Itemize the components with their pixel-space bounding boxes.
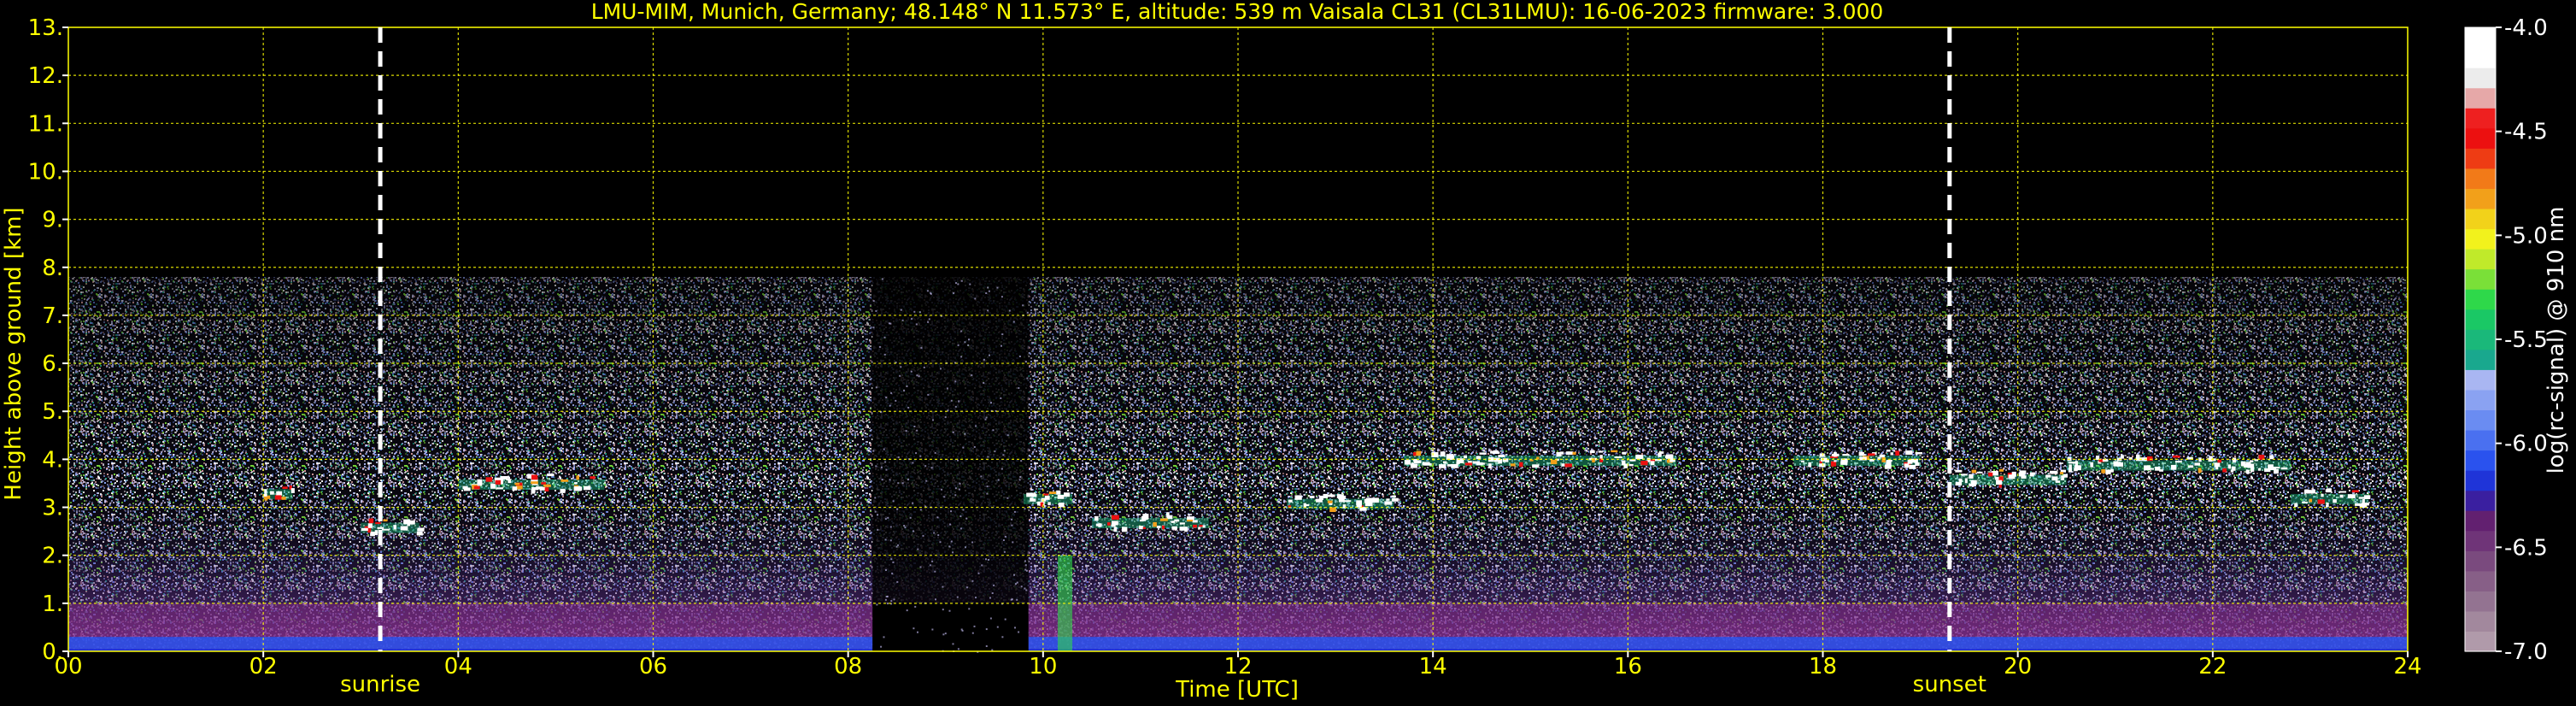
colorbar-segment	[2465, 450, 2496, 471]
colorbar-segment	[2465, 510, 2496, 532]
y-tick-label: 13.	[28, 15, 63, 41]
colorbar-segment	[2465, 470, 2496, 491]
chart-title: LMU-MIM, Munich, Germany; 48.148° N 11.5…	[591, 0, 1884, 24]
colorbar-segment	[2465, 429, 2496, 451]
colorbar-segment	[2465, 148, 2496, 169]
y-tick-label: 0.	[42, 639, 63, 665]
y-tick-label: 3.	[42, 496, 63, 521]
colorbar-segment	[2465, 87, 2496, 109]
colorbar-segment	[2465, 249, 2496, 270]
colorbar-segment	[2465, 47, 2496, 68]
ceilometer-chart: LMU-MIM, Munich, Germany; 48.148° N 11.5…	[0, 0, 2576, 706]
x-tick-label: 24	[2393, 654, 2421, 680]
x-tick-label: 18	[1809, 654, 1837, 680]
y-tick-label: 12.	[28, 63, 63, 89]
colorbar-segment	[2465, 369, 2496, 391]
colorbar-segment	[2465, 27, 2496, 49]
x-axis-label: Time [UTC]	[1175, 677, 1299, 703]
x-tick-label: 04	[444, 654, 472, 680]
y-tick-label: 2.	[42, 544, 63, 569]
y-tick-label: 4.	[42, 447, 63, 473]
plot-area	[67, 26, 2409, 653]
colorbar-tick-label: -7.0	[2504, 639, 2548, 665]
colorbar-segment	[2465, 409, 2496, 431]
x-tick-label: 06	[639, 654, 667, 680]
colorbar-segment	[2465, 268, 2496, 290]
colorbar-segment	[2465, 68, 2496, 89]
y-tick-label: 8.	[42, 256, 63, 281]
data-gap	[872, 277, 1029, 603]
colorbar-segment	[2465, 329, 2496, 350]
colorbar-segment	[2465, 610, 2496, 632]
colorbar-segment	[2465, 188, 2496, 209]
x-tick-label: 08	[834, 654, 862, 680]
x-tick-label: 16	[1614, 654, 1642, 680]
colorbar-tick-label: -6.5	[2504, 535, 2548, 561]
x-tick-label: 02	[249, 654, 278, 680]
colorbar-segment	[2465, 570, 2496, 591]
sunrise-label: sunrise	[340, 672, 420, 697]
colorbar-segment	[2465, 530, 2496, 551]
colorbar-segment	[2465, 127, 2496, 149]
colorbar-segment	[2465, 208, 2496, 230]
y-tick-label: 1.	[42, 591, 63, 617]
colorbar-tick-label: -6.0	[2504, 432, 2548, 457]
sunset-label: sunset	[1913, 672, 1986, 697]
colorbar-segment	[2465, 631, 2496, 652]
colorbar-tick-label: -4.0	[2504, 15, 2548, 41]
x-tick-label: 20	[2004, 654, 2032, 680]
y-tick-label: 6.	[42, 351, 63, 377]
y-tick-label: 11.	[28, 111, 63, 137]
y-tick-label: 5.	[42, 399, 63, 425]
colorbar-tick-label: -5.5	[2504, 327, 2548, 353]
y-tick-label: 10.	[28, 159, 63, 185]
y-tick-label: 7.	[42, 303, 63, 329]
x-tick-label: 12	[1223, 654, 1252, 680]
colorbar-segment	[2465, 490, 2496, 511]
colorbar-segment	[2465, 228, 2496, 250]
colorbar-segment	[2465, 389, 2496, 411]
colorbar-segment	[2465, 591, 2496, 612]
colorbar-segment	[2465, 289, 2496, 310]
colorbar-segment	[2465, 108, 2496, 129]
y-tick-label: 9.	[42, 208, 63, 233]
colorbar-tick-label: -5.0	[2504, 223, 2548, 249]
colorbar-segment	[2465, 550, 2496, 572]
colorbar-segment	[2465, 309, 2496, 330]
x-tick-label: 10	[1029, 654, 1057, 680]
colorbar-segment	[2465, 349, 2496, 370]
x-tick-label: 22	[2198, 654, 2227, 680]
colorbar-tick-label: -4.5	[2504, 120, 2548, 145]
x-tick-label: 14	[1419, 654, 1447, 680]
y-axis-label: Height above ground [km]	[1, 207, 26, 500]
colorbar-segment	[2465, 168, 2496, 189]
colorbar-label: log(rc-signal) @ 910 nm	[2544, 207, 2569, 474]
